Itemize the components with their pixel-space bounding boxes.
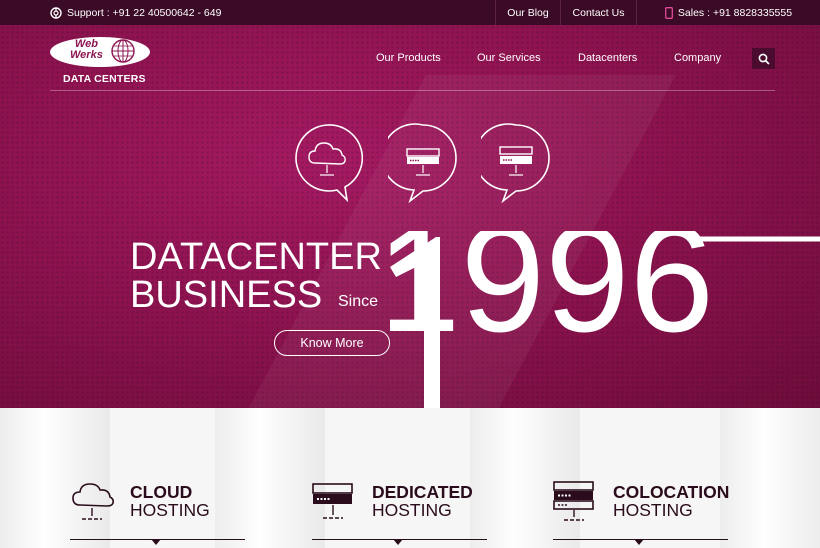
year-graphic: 1996 — [390, 231, 820, 408]
logo-tagline: DATA CENTERS — [63, 73, 146, 85]
server-bubble-icon — [388, 123, 457, 203]
know-more-button[interactable]: Know More — [274, 330, 390, 356]
nav-company[interactable]: Company — [674, 52, 721, 64]
mobile-phone-icon — [664, 6, 673, 19]
sales-contact[interactable]: Sales : +91 8828335555 — [636, 0, 820, 25]
hero-banner: Web Werks DATA CENTERS Our Products Our … — [0, 25, 820, 408]
hero-headline-line-2: BUSINESS — [130, 274, 323, 316]
nav-datacenters[interactable]: Datacenters — [578, 52, 637, 64]
logo-line-2: Werks — [70, 49, 103, 61]
globe-icon — [111, 39, 135, 63]
server-icon — [312, 483, 353, 519]
chevron-down-icon — [393, 539, 403, 545]
web-werks-logo[interactable]: Web Werks DATA CENTERS — [50, 37, 154, 87]
top-bar: Support : +91 22 40500642 - 649 Our Blog… — [0, 0, 820, 25]
hero-headline-line-1: DATACENTER — [130, 236, 382, 278]
our-blog-link[interactable]: Our Blog — [495, 0, 560, 25]
service-title-line-1: DEDICATED — [372, 482, 473, 502]
server-rack-bubble-icon — [481, 123, 550, 203]
service-title-line-1: CLOUD — [130, 482, 193, 502]
hero-year: 1996 — [390, 231, 714, 364]
contact-us-label: Contact Us — [572, 6, 625, 19]
support-headset-icon — [50, 6, 62, 19]
support-text: Support : +91 22 40500642 - 649 — [67, 6, 222, 19]
contact-us-link[interactable]: Contact Us — [560, 0, 636, 25]
service-cloud-hosting[interactable]: CLOUD HOSTING — [70, 473, 245, 548]
cloud-bubble-icon — [295, 124, 363, 203]
bg-panel — [720, 408, 820, 548]
service-title-line-2: HOSTING — [613, 500, 693, 520]
server-rack-icon — [553, 481, 594, 521]
search-button[interactable] — [752, 48, 775, 69]
support-contact[interactable]: Support : +91 22 40500642 - 649 — [50, 0, 221, 25]
nav-our-products[interactable]: Our Products — [376, 52, 441, 64]
service-title-line-2: HOSTING — [130, 500, 210, 520]
nav-our-services[interactable]: Our Services — [477, 52, 541, 64]
header-divider — [50, 90, 775, 91]
logo-wordmark: Web Werks — [70, 39, 103, 61]
sales-text: Sales : +91 8828335555 — [677, 6, 793, 19]
hero-since: Since — [338, 293, 379, 310]
service-title: CLOUD HOSTING — [130, 483, 210, 519]
chevron-down-icon — [151, 539, 161, 545]
service-title: COLOCATION HOSTING — [613, 483, 729, 519]
chevron-down-icon — [634, 539, 644, 545]
service-title-line-2: HOSTING — [372, 500, 452, 520]
service-colocation-hosting[interactable]: COLOCATION HOSTING — [553, 473, 729, 548]
service-title: DEDICATED HOSTING — [372, 483, 473, 519]
our-blog-label: Our Blog — [507, 6, 549, 19]
service-title-line-1: COLOCATION — [613, 482, 730, 502]
search-icon — [758, 53, 770, 65]
service-dedicated-hosting[interactable]: DEDICATED HOSTING — [312, 473, 487, 548]
cloud-icon — [72, 483, 114, 520]
